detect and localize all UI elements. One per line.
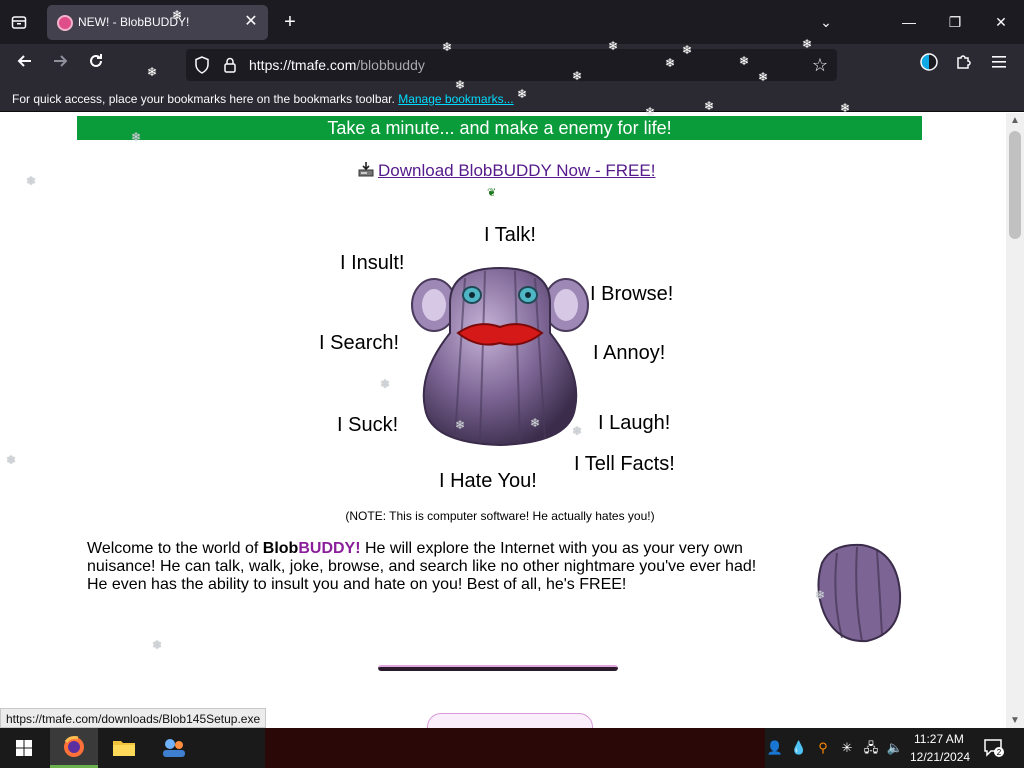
snowflake-icon: ❄	[840, 101, 851, 115]
snowflake-icon: ❄	[131, 130, 142, 144]
clock-date[interactable]: 12/21/2024	[910, 750, 970, 764]
welcome-paragraph: Welcome to the world of BlobBUDDY! He wi…	[87, 540, 777, 594]
feature-search: I Search!	[319, 332, 400, 354]
snowflake-icon: ❄	[739, 54, 750, 68]
download-row[interactable]: Download BlobBUDDY Now - FREE!	[358, 161, 655, 185]
notification-center-icon[interactable]: 2	[983, 738, 1005, 758]
snowflake-icon: ❄	[152, 638, 163, 652]
manage-bookmarks-link[interactable]: Manage bookmarks...	[398, 92, 513, 106]
volume-icon[interactable]: 🔈	[886, 739, 904, 757]
bookmark-star-icon[interactable]: ☆	[809, 54, 831, 76]
tracking-protection-shield-icon[interactable]	[194, 56, 210, 74]
bookmarks-toolbar: For quick access, place your bookmarks h…	[0, 86, 1024, 112]
active-tab[interactable]: NEW! - BlobBUDDY! ✕	[47, 5, 268, 40]
people-app-icon[interactable]	[150, 728, 198, 768]
feature-suck: I Suck!	[337, 414, 399, 436]
url-text[interactable]: https://tmafe.com/blobbuddy	[249, 57, 425, 73]
blobbuddy-favicon-icon	[57, 15, 73, 31]
feature-hate-you: I Hate You!	[439, 470, 537, 492]
software-note: (NOTE: This is computer software! He act…	[345, 509, 655, 523]
back-icon[interactable]	[12, 52, 38, 78]
snowflake-icon: ❄	[758, 70, 769, 84]
snowflake-icon: ❄	[455, 78, 466, 92]
url-host: https://tmafe.com	[249, 57, 357, 73]
list-all-tabs-chevron-icon[interactable]: ⌄	[814, 10, 838, 34]
forward-icon[interactable]	[47, 52, 73, 78]
bookmarks-hint: For quick access, place your bookmarks h…	[12, 92, 514, 106]
snowflake-icon: ❄	[645, 105, 656, 119]
scroll-thumb[interactable]	[1009, 131, 1021, 239]
firefox-taskbar-icon[interactable]	[50, 728, 98, 768]
blobbuddy-character-image	[411, 266, 589, 447]
network-tray-icon[interactable]: 🖧	[862, 739, 880, 757]
restore-button[interactable]: ❐	[943, 10, 967, 34]
snowflake-icon: ❄	[380, 377, 391, 391]
search-tray-icon[interactable]: ⚲	[814, 739, 832, 757]
windows-taskbar: 👤 💧 ⚲ ✳ 🖧 🔈 11:27 AM 12/21/2024 2	[0, 728, 1024, 768]
snowflake-icon: ❄	[572, 69, 583, 83]
feature-talk: I Talk!	[484, 224, 536, 246]
blobbuddy-back-view-image	[817, 543, 902, 643]
holly-decoration-icon: ❦	[487, 187, 497, 199]
snowflake-icon: ❄	[172, 8, 183, 22]
snowflake-icon: ❄	[517, 87, 528, 101]
extensions-puzzle-icon[interactable]	[951, 52, 977, 78]
partial-button[interactable]	[427, 713, 593, 728]
page-scrollbar[interactable]: ▲ ▼	[1006, 113, 1024, 728]
link-status-url: https://tmafe.com/downloads/Blob145Setup…	[0, 708, 267, 728]
download-disk-icon	[358, 161, 374, 177]
clock-time[interactable]: 11:27 AM	[914, 732, 964, 746]
file-explorer-folder-icon[interactable]	[100, 728, 148, 768]
url-path: /blobbuddy	[356, 57, 425, 73]
snowflake-icon: ❄	[147, 65, 158, 79]
web-page: Take a minute... and make a enemy for li…	[0, 113, 1006, 728]
snowflake-icon: ❄	[442, 40, 453, 54]
feature-annoy: I Annoy!	[593, 342, 666, 364]
tab-overview-icon[interactable]	[6, 10, 32, 34]
download-link[interactable]: Download BlobBUDDY Now - FREE!	[378, 161, 655, 180]
new-tab-button[interactable]: +	[279, 10, 301, 34]
reload-icon[interactable]	[83, 52, 109, 78]
section-divider	[378, 665, 618, 671]
scroll-up-arrow-icon[interactable]: ▲	[1010, 115, 1020, 126]
water-drop-tray-icon[interactable]: 💧	[790, 739, 808, 757]
snowflake-icon: ❄	[530, 416, 541, 430]
snowflake-icon: ❄	[455, 418, 466, 432]
start-windows-icon[interactable]	[0, 728, 48, 768]
feature-laugh: I Laugh!	[598, 412, 671, 434]
snowflake-icon: ❄	[665, 56, 676, 70]
welcome-prefix: Welcome to the world of	[87, 540, 263, 557]
notification-count: 2	[997, 748, 1002, 757]
tagline-banner: Take a minute... and make a enemy for li…	[77, 116, 922, 140]
brand-name-blob: Blob	[262, 540, 299, 557]
feature-browse: I Browse!	[590, 283, 674, 305]
firefox-view-icon[interactable]	[916, 52, 942, 78]
snowflake-icon: ❄	[802, 37, 813, 51]
snowflake-icon: ❄	[6, 453, 17, 467]
close-window-button[interactable]: ✕	[989, 10, 1013, 34]
scroll-down-arrow-icon[interactable]: ▼	[1010, 715, 1020, 726]
snowflake-icon: ❄	[682, 43, 693, 57]
user-tray-icon[interactable]: 👤	[766, 739, 784, 757]
brand-name-buddy: BUDDY!	[298, 540, 361, 557]
feature-insult: I Insult!	[340, 252, 405, 274]
snowflake-icon: ❄	[815, 588, 826, 602]
snowflake-icon: ❄	[26, 174, 37, 188]
lock-icon[interactable]	[222, 56, 238, 74]
feature-tell-facts: I Tell Facts!	[574, 453, 675, 475]
brightness-tray-icon[interactable]: ✳	[838, 739, 856, 757]
app-menu-hamburger-icon[interactable]	[987, 52, 1013, 78]
tab-close-icon[interactable]: ✕	[242, 13, 260, 31]
bookmarks-hint-text: For quick access, place your bookmarks h…	[12, 92, 395, 106]
snowflake-icon: ❄	[704, 99, 715, 113]
snowflake-icon: ❄	[608, 39, 619, 53]
desktop-wallpaper-strip	[265, 728, 765, 768]
minimize-button[interactable]: —	[897, 10, 921, 34]
tab-bar: NEW! - BlobBUDDY! ✕ + ⌄ — ❐ ✕	[0, 0, 1024, 44]
snowflake-icon: ❄	[572, 424, 583, 438]
